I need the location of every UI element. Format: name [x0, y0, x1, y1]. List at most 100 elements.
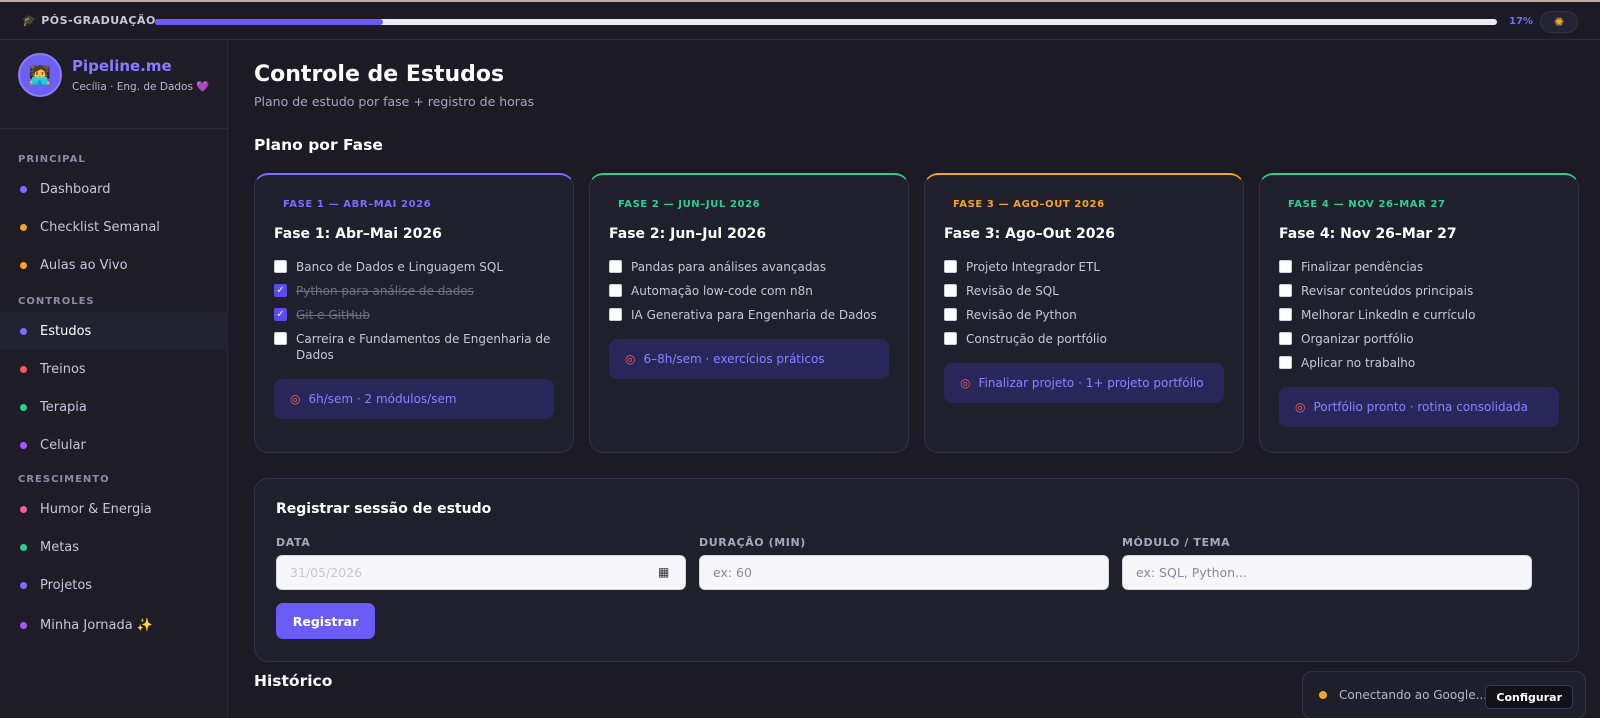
sidebar-item-terapia[interactable]: Terapia	[0, 388, 228, 426]
sidebar-item-label: Terapia	[40, 399, 87, 415]
phase-checklist: Pandas para análises avançadas Automação…	[609, 259, 894, 331]
sidebar-item-minha-jornada[interactable]: Minha Jornada ✨	[0, 606, 228, 644]
checkbox[interactable]	[274, 260, 287, 273]
phase-card-4: FASE 4 — NOV 26–MAR 27 Fase 4: Nov 26–Ma…	[1259, 173, 1579, 453]
configure-button[interactable]: Configurar	[1485, 685, 1573, 709]
profile-subtitle-text: Cecília · Eng. de Dados	[72, 81, 193, 93]
sidebar-item-label: Checklist Semanal	[40, 219, 160, 235]
sidebar-item-celular[interactable]: Celular	[0, 426, 228, 464]
duration-field[interactable]	[699, 555, 1109, 590]
sidebar-item-treinos[interactable]: Treinos	[0, 350, 228, 388]
sidebar-item-metas[interactable]: Metas	[0, 528, 228, 566]
checklist-item: Finalizar pendências	[1279, 259, 1564, 275]
checklist-item-text: Finalizar pendências	[1301, 260, 1424, 274]
checklist-item-text: Melhorar LinkedIn e currículo	[1301, 308, 1476, 322]
sidebar-item-humor-energia[interactable]: Humor & Energia	[0, 490, 228, 528]
phase-goal: ◎ 6h/sem · 2 módulos/sem	[274, 379, 554, 419]
checklist-item-text: Carreira e Fundamentos de Engenharia de …	[296, 332, 551, 362]
sidebar-item-checklist-semanal[interactable]: Checklist Semanal	[0, 208, 228, 246]
main-content: Controle de Estudos Plano de estudo por …	[229, 40, 1600, 718]
person-at-laptop-icon: 🧑‍💻	[28, 64, 52, 86]
checkbox[interactable]: ✓	[274, 308, 287, 321]
duration-label: DURAÇÃO (MIN)	[699, 536, 806, 549]
checkbox[interactable]	[1279, 332, 1292, 345]
phase-card-3: FASE 3 — AGO–OUT 2026 Fase 3: Ago–Out 20…	[924, 173, 1244, 453]
history-heading: Histórico	[254, 672, 333, 690]
postgrad-progress-percent: 17%	[1509, 16, 1533, 27]
checklist-item-text: Construção de portfólio	[966, 332, 1107, 346]
checkbox[interactable]	[1279, 308, 1292, 321]
checkbox[interactable]	[1279, 356, 1292, 369]
register-button[interactable]: Registrar	[276, 603, 375, 639]
phase-title: Fase 3: Ago–Out 2026	[944, 226, 1115, 242]
target-icon: ◎	[1295, 400, 1306, 414]
sidebar-item-estudos[interactable]: Estudos	[0, 312, 228, 350]
checkbox[interactable]	[1279, 284, 1292, 297]
phase-tag: FASE 2 — JUN–JUL 2026	[618, 199, 761, 210]
checkbox[interactable]	[1279, 260, 1292, 273]
nav-dot-icon	[20, 403, 27, 411]
sidebar: 🧑‍💻 Pipeline.me Cecília · Eng. de Dados …	[0, 40, 228, 718]
phase-title: Fase 1: Abr–Mai 2026	[274, 226, 442, 242]
checklist-item-text: Banco de Dados e Linguagem SQL	[296, 260, 504, 274]
checkbox[interactable]	[944, 284, 957, 297]
checklist-item: Revisão de Python	[944, 307, 1229, 323]
date-field[interactable]	[276, 555, 686, 590]
checkbox[interactable]	[609, 308, 622, 321]
checklist-item: Automação low-code com n8n	[609, 283, 894, 299]
target-icon: ◎	[290, 392, 301, 406]
sidebar-item-label: Minha Jornada ✨	[40, 617, 154, 633]
checklist-item: ✓ Python para análise de dados	[274, 283, 559, 299]
checklist-item-text: Automação low-code com n8n	[631, 284, 813, 298]
checkbox[interactable]	[274, 332, 287, 345]
phase-tag: FASE 4 — NOV 26–MAR 27	[1288, 199, 1446, 210]
sidebar-item-aulas-ao-vivo[interactable]: Aulas ao Vivo	[0, 246, 228, 284]
nav-dot-icon	[20, 261, 27, 269]
checklist-item: Pandas para análises avançadas	[609, 259, 894, 275]
checklist-item: Banco de Dados e Linguagem SQL	[274, 259, 559, 275]
checklist-item-text: Organizar portfólio	[1301, 332, 1414, 346]
topic-label: MÓDULO / TEMA	[1122, 536, 1231, 549]
sidebar-item-label: Projetos	[40, 577, 93, 593]
checklist-item: Revisar conteúdos principais	[1279, 283, 1564, 299]
sidebar-item-label: Metas	[40, 539, 80, 555]
theme-toggle-button[interactable]: ✺	[1540, 11, 1578, 33]
sidebar-item-dashboard[interactable]: Dashboard	[0, 170, 228, 208]
target-icon: ◎	[960, 376, 971, 390]
graduation-cap-icon: 🎓	[22, 14, 37, 27]
nav-dot-icon	[20, 505, 27, 513]
checkbox[interactable]	[609, 260, 622, 273]
checkbox[interactable]	[944, 260, 957, 273]
section-crescimento: CRESCIMENTO	[18, 474, 110, 485]
calendar-icon[interactable]: ▦	[658, 565, 669, 579]
profile: 🧑‍💻 Pipeline.me Cecília · Eng. de Dados …	[18, 53, 209, 97]
sidebar-item-projetos[interactable]: Projetos	[0, 566, 228, 604]
avatar: 🧑‍💻	[18, 53, 62, 97]
checklist-item: Construção de portfólio	[944, 331, 1229, 347]
checkbox[interactable]: ✓	[274, 284, 287, 297]
profile-subtitle: Cecília · Eng. de Dados 💜	[72, 80, 209, 93]
phase-checklist: Finalizar pendências Revisar conteúdos p…	[1279, 259, 1564, 379]
checklist-item-text: Python para análise de dados	[296, 284, 474, 298]
checkbox[interactable]	[944, 332, 957, 345]
checklist-item-text: Projeto Integrador ETL	[966, 260, 1101, 274]
checklist-item: Revisão de SQL	[944, 283, 1229, 299]
phase-goal-text: Portfólio pronto · rotina consolidada	[1313, 400, 1528, 414]
checklist-item-text: Git e GitHub	[296, 308, 370, 322]
checkbox[interactable]	[944, 308, 957, 321]
target-icon: ◎	[625, 352, 636, 366]
checklist-item-text: Pandas para análises avançadas	[631, 260, 827, 274]
sidebar-item-label: Treinos	[40, 361, 86, 377]
checkbox[interactable]	[609, 284, 622, 297]
nav-dot-icon	[20, 441, 27, 449]
nav-dot-icon	[20, 543, 27, 551]
nav-dot-icon	[20, 185, 27, 193]
phase-goal-text: Finalizar projeto · 1+ projeto portfólio	[978, 376, 1204, 390]
phase-card-1: FASE 1 — ABR–MAI 2026 Fase 1: Abr–Mai 20…	[254, 173, 574, 453]
sidebar-item-label: Humor & Energia	[40, 501, 152, 517]
checklist-item-text: IA Generativa para Engenharia de Dados	[631, 308, 877, 322]
topic-field[interactable]	[1122, 555, 1532, 590]
postgrad-progress-track	[155, 19, 1497, 25]
postgrad-progress-fill	[155, 19, 384, 25]
sidebar-item-label: Estudos	[40, 323, 92, 339]
